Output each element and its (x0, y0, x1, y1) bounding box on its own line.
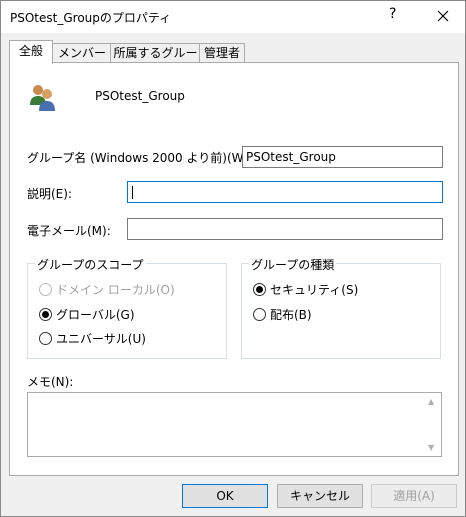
notes-label: メモ(N): (27, 375, 74, 389)
tab-member-of[interactable]: 所属するグループ (110, 43, 201, 78)
help-button[interactable]: ? (389, 6, 396, 22)
description-label: 説明(E): (27, 187, 72, 201)
group-type-box: グループの種類 セキュリティ(S) 配布(B) (241, 256, 441, 359)
close-button[interactable] (431, 4, 455, 28)
group-scope-box: グループのスコープ ドメイン ローカル(O) グローバル(G) ユニバーサル(U… (27, 256, 227, 359)
radio-indicator (253, 283, 266, 296)
radio-label: 配布(B) (270, 308, 312, 322)
scroll-down-icon[interactable]: ▼ (428, 443, 434, 452)
window-title: PSOtest_Groupのプロパティ (10, 11, 172, 25)
group-type-legend: グループの種類 (249, 256, 337, 273)
cancel-button[interactable]: キャンセル (277, 484, 363, 508)
email-label: 電子メール(M): (27, 224, 111, 238)
type-security-radio[interactable]: セキュリティ(S) (253, 281, 358, 298)
group-scope-legend: グループのスコープ (35, 256, 146, 273)
email-input[interactable] (127, 218, 443, 240)
apply-button[interactable]: 適用(A) (371, 484, 457, 508)
notes-scrollbar[interactable]: ▲ ▼ (424, 393, 441, 456)
close-icon (437, 10, 449, 22)
properties-dialog: PSOtest_Groupのプロパティ ? 全般 メンバー 所属するグループ 管… (0, 0, 466, 517)
group-name-display: PSOtest_Group (95, 89, 185, 103)
radio-label: セキュリティ(S) (270, 283, 359, 297)
text-caret (132, 186, 133, 199)
radio-indicator (39, 308, 52, 321)
radio-indicator (39, 332, 52, 345)
tab-members[interactable]: メンバー (52, 43, 112, 63)
radio-indicator (253, 308, 266, 321)
radio-label: ドメイン ローカル(O) (56, 283, 175, 297)
pre2000-name-label: グループ名 (Windows 2000 より前)(W): (27, 151, 253, 165)
title-bar[interactable]: PSOtest_Groupのプロパティ ? (1, 1, 465, 33)
tab-managed-by[interactable]: 管理者 (199, 43, 245, 63)
scope-domain-local-radio[interactable]: ドメイン ローカル(O) (39, 281, 175, 298)
scope-universal-radio[interactable]: ユニバーサル(U) (39, 330, 146, 347)
type-distribution-radio[interactable]: 配布(B) (253, 306, 312, 323)
radio-label: グローバル(G) (56, 308, 135, 322)
description-input[interactable] (127, 181, 443, 203)
general-panel: PSOtest_Group グループ名 (Windows 2000 より前)(W… (9, 62, 459, 476)
radio-indicator (39, 283, 52, 296)
pre2000-name-input[interactable]: PSOtest_Group (242, 146, 443, 168)
scope-global-radio[interactable]: グローバル(G) (39, 306, 135, 323)
ok-button[interactable]: OK (182, 484, 268, 508)
radio-label: ユニバーサル(U) (56, 332, 146, 346)
group-users-icon (30, 85, 55, 111)
tab-general[interactable]: 全般 (9, 40, 53, 64)
scroll-up-icon[interactable]: ▲ (428, 397, 434, 406)
notes-textarea[interactable]: ▲ ▼ (27, 392, 442, 457)
